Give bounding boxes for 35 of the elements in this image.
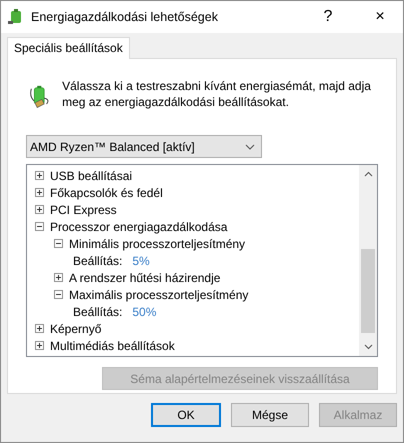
instruction-text: Válassza ki a testreszabni kívánt energiasémát, majd adja meg az energiagazdálkodási beállításokat.: [62, 78, 372, 111]
dialog-button[interactable]: OK: [151, 403, 221, 427]
tree-item[interactable]: PCI Express: [50, 202, 117, 216]
setting-label: Beállítás:: [73, 304, 122, 318]
tree-item[interactable]: Minimális processzorteljesítmény: [69, 236, 246, 250]
help-button[interactable]: ?: [305, 1, 351, 33]
tree-item[interactable]: Maximális processzorteljesítmény: [69, 288, 248, 302]
tree-item[interactable]: Processzor energiagazdálkodása: [50, 220, 228, 234]
tree-item[interactable]: Főkapcsolók és fedél: [50, 186, 163, 200]
expand-icon[interactable]: [35, 205, 44, 214]
window-title: Energiagazdálkodási lehetőségek: [31, 10, 219, 24]
setting-value[interactable]: 50%: [132, 304, 156, 318]
expand-icon[interactable]: [54, 273, 63, 282]
scroll-up-icon[interactable]: [364, 171, 372, 177]
tree-item[interactable]: USB beállításai: [50, 168, 132, 182]
expand-icon[interactable]: [35, 324, 44, 333]
tree-item[interactable]: A rendszer hűtési házirendje: [69, 270, 220, 284]
expand-icon[interactable]: [35, 171, 44, 180]
chevron-down-icon: [245, 144, 255, 150]
tab[interactable]: Speciális beállítások: [7, 37, 130, 59]
scroll-thumb[interactable]: [361, 249, 375, 333]
setting-label: Beállítás:: [73, 254, 122, 268]
expand-icon[interactable]: [35, 341, 44, 350]
scrollbar[interactable]: [359, 165, 377, 356]
tree-item[interactable]: Multimédiás beállítások: [50, 338, 175, 352]
setting-value[interactable]: 5%: [132, 254, 150, 268]
tree-item[interactable]: Képernyő: [50, 322, 102, 336]
close-button[interactable]: ×: [357, 1, 403, 33]
collapse-icon[interactable]: [35, 222, 44, 231]
expand-icon[interactable]: [35, 188, 44, 197]
dialog-button[interactable]: Mégse: [231, 403, 309, 427]
collapse-icon[interactable]: [54, 290, 63, 299]
plan-dropdown[interactable]: AMD Ryzen™ Balanced [aktív]: [26, 135, 262, 158]
scroll-down-icon[interactable]: [364, 344, 372, 350]
collapse-icon[interactable]: [54, 239, 63, 248]
